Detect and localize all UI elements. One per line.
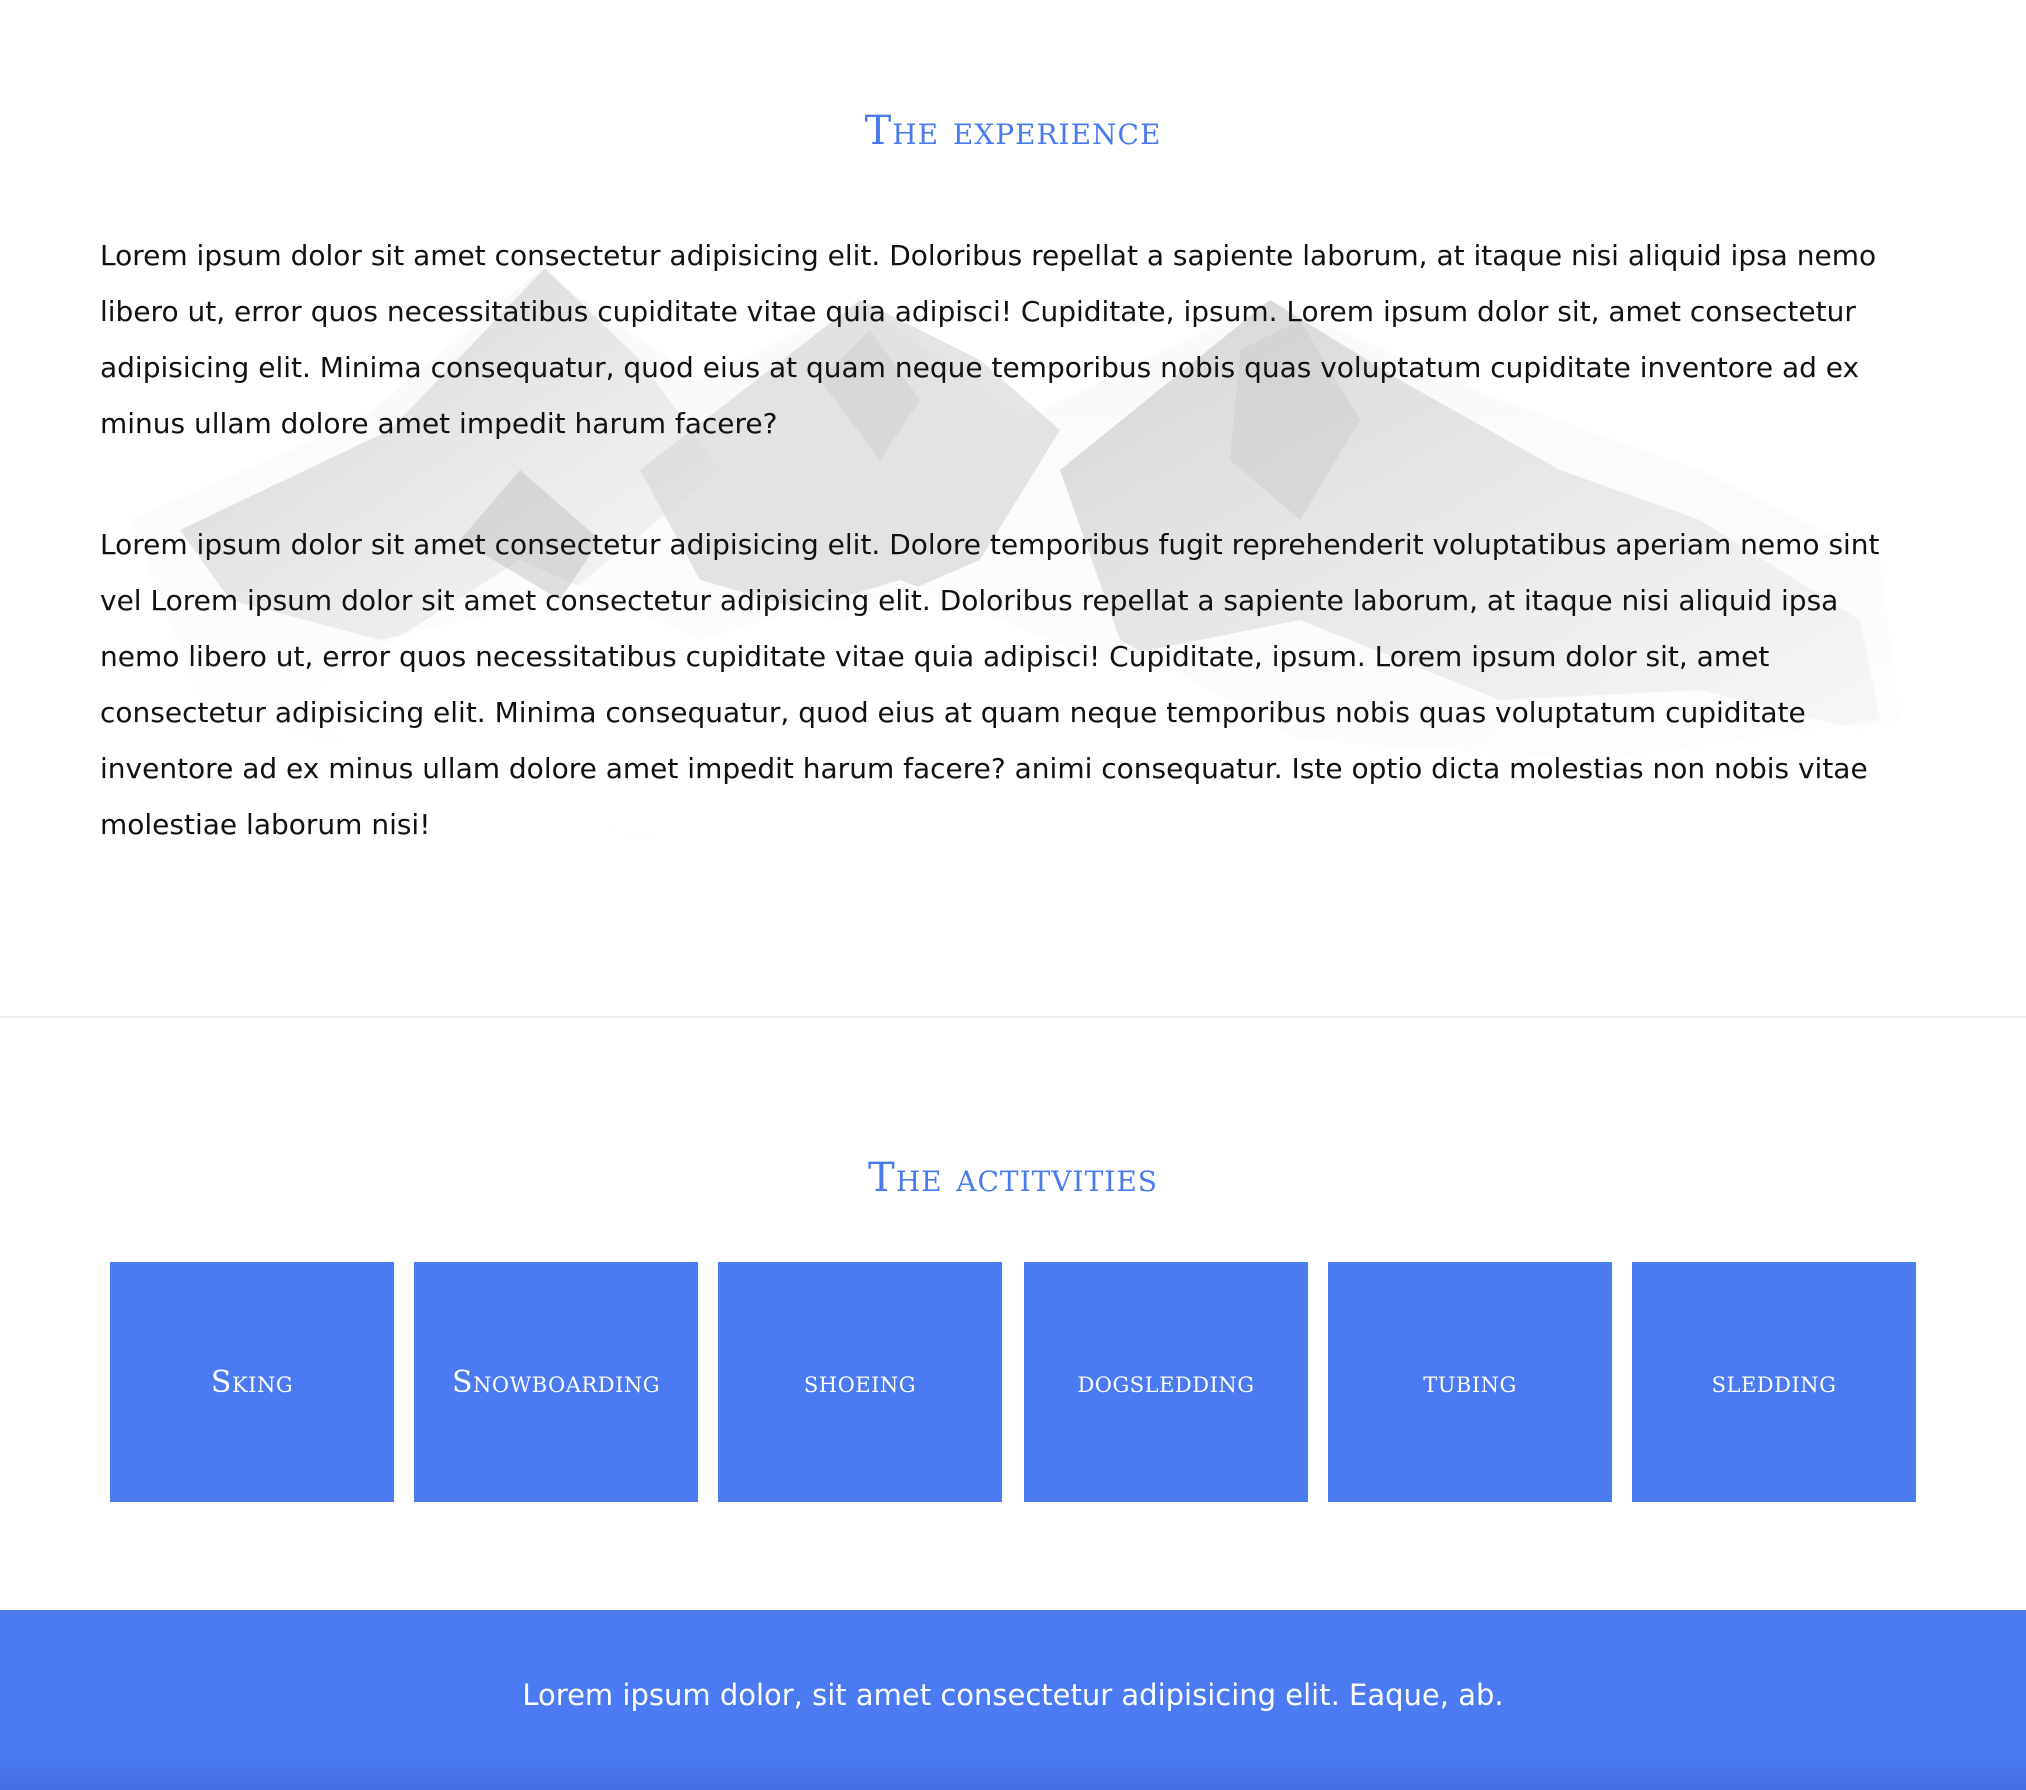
activity-tile-dogsledding[interactable]: dogsledding bbox=[1024, 1262, 1308, 1502]
activity-tile-snowboarding[interactable]: Snowboarding bbox=[414, 1262, 698, 1502]
experience-section: The experience Lorem ipsum dolor sit ame… bbox=[0, 0, 2026, 1016]
experience-title: The experience bbox=[864, 108, 1162, 154]
activity-tile-tubing[interactable]: tubing bbox=[1328, 1262, 1612, 1502]
section-divider bbox=[0, 1016, 2026, 1018]
footer-text: Lorem ipsum dolor, sit amet consectetur … bbox=[522, 1678, 1504, 1712]
page-footer: Lorem ipsum dolor, sit amet consectetur … bbox=[0, 1610, 2026, 1790]
activities-grid: Sking Snowboarding shoeing dogsledding t… bbox=[110, 1262, 1917, 1502]
activities-title: The actitvities bbox=[868, 1155, 1158, 1201]
experience-paragraph-1: Lorem ipsum dolor sit amet consectetur a… bbox=[100, 239, 1877, 440]
experience-paragraph-2: Lorem ipsum dolor sit amet consectetur a… bbox=[100, 528, 1880, 841]
activity-tile-shoeing[interactable]: shoeing bbox=[718, 1262, 1002, 1502]
activity-tile-sledding[interactable]: sledding bbox=[1632, 1262, 1916, 1502]
activity-tile-skiing[interactable]: Sking bbox=[110, 1262, 394, 1502]
experience-text: Lorem ipsum dolor sit amet consectetur a… bbox=[100, 228, 1920, 918]
